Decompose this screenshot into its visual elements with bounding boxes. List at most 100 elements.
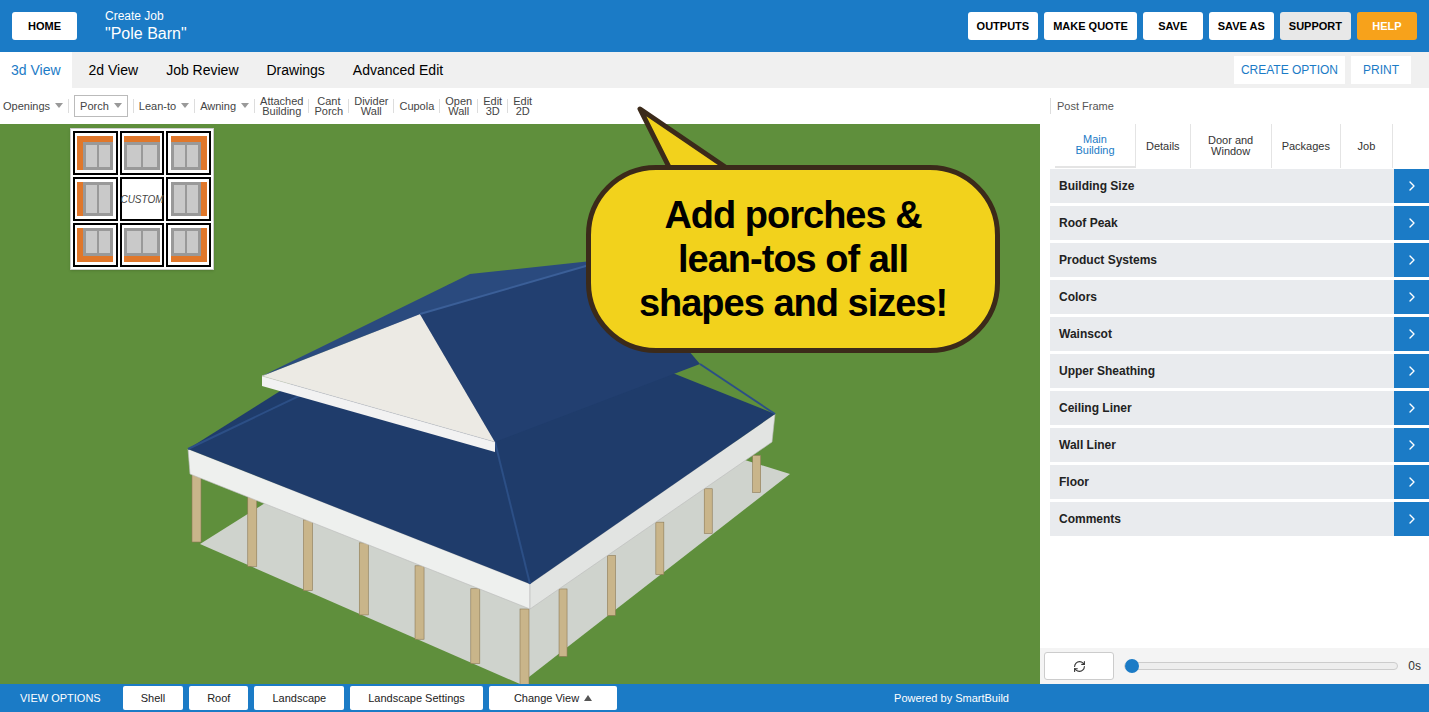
porch-option[interactable] [73,131,118,175]
toolbar-separator [477,99,478,113]
porch-option[interactable] [166,177,211,221]
porch-thumbnail-icon [77,228,113,262]
section-row[interactable]: Comments [1050,502,1429,536]
section-row[interactable]: Floor [1050,465,1429,499]
view-tab[interactable]: 3d View [0,52,72,88]
porch-thumbnail-icon [171,136,207,170]
toolbar-item[interactable]: Edit 3D [483,96,502,116]
section-row[interactable]: Roof Peak [1050,206,1429,240]
toolbar-separator [507,99,508,113]
section-row[interactable]: Colors [1050,280,1429,314]
header-button[interactable]: OUTPUTS [968,12,1039,41]
porch-thumbnail-icon [124,228,160,262]
toolbar-separator [439,99,440,113]
porch-option[interactable] [120,131,165,175]
toolbar-item[interactable]: Open Wall [445,96,472,116]
section-row[interactable]: Upper Sheathing [1050,354,1429,388]
time-slider[interactable] [1124,662,1398,670]
header-button[interactable]: HELP [1357,12,1417,41]
option-button[interactable]: CREATE OPTION [1234,56,1345,84]
porch-thumbnail-icon [171,228,207,262]
porch-option[interactable] [166,131,211,175]
toolbar-item[interactable]: Awning [200,101,249,111]
chevron-right-icon [1404,474,1420,490]
view-tab[interactable]: Job Review [155,52,249,88]
view-button[interactable]: Shell [123,686,183,711]
toolbar-item[interactable]: Edit 2D [513,96,532,116]
chevron-right-icon [1404,363,1420,379]
toolbar-separator [194,99,195,113]
porch-option[interactable] [120,223,165,267]
toolbar-item[interactable]: Porch [74,95,128,117]
section-row[interactable]: Product Systems [1050,243,1429,277]
toolbar-separator [308,99,309,113]
properties-panel: Main BuildingDetailsDoor and WindowPacka… [1040,124,1429,684]
section-row[interactable]: Ceiling Liner [1050,391,1429,425]
view-button[interactable]: Landscape [254,686,344,711]
chevron-right-icon [1404,215,1420,231]
panel-tab[interactable]: Main Building [1055,124,1136,168]
caret-down-icon [55,103,63,109]
view-tab[interactable]: Advanced Edit [342,52,454,88]
toolbar-item[interactable]: Cupola [399,101,434,111]
panel-tab[interactable]: Packages [1272,124,1341,168]
chevron-right-icon [1404,289,1420,305]
porch-option[interactable] [166,223,211,267]
toolbar-separator [348,99,349,113]
home-button[interactable]: HOME [12,12,77,41]
panel-tab[interactable]: Job [1341,124,1393,168]
view-button[interactable]: Roof [189,686,248,711]
toolbar-item[interactable]: Openings [3,101,63,111]
section-row[interactable]: Building Size [1050,169,1429,203]
toolbar: Openings Porch Lean-to Awning Attached Build… [0,88,1429,124]
toolbar-item[interactable]: Divider Wall [354,96,388,116]
header-button[interactable]: MAKE QUOTE [1044,12,1137,41]
section-list: Building SizeRoof PeakProduct SystemsCol… [1040,168,1429,536]
callout: Add porches & lean-tos of all shapes and… [586,165,1000,353]
toolbar-separator [393,99,394,113]
job-subtitle: Create Job [105,9,187,24]
refresh-button[interactable] [1044,652,1114,680]
view-tab[interactable]: 2d View [78,52,150,88]
chevron-right-icon [1404,511,1420,527]
porch-option[interactable] [73,177,118,221]
porch-menu: CUSTOM [70,128,214,270]
porch-option[interactable] [73,223,118,267]
toolbar-separator [254,99,255,113]
view-tab[interactable]: Drawings [256,52,336,88]
chevron-right-icon [1404,178,1420,194]
panel-tab[interactable]: Door and Window [1191,124,1272,168]
view-tab-bar: 3d View2d ViewJob ReviewDrawingsAdvanced… [0,52,1429,88]
slider-thumb[interactable] [1125,659,1139,673]
refresh-icon [1073,660,1086,673]
toolbar-item[interactable]: Lean-to [139,101,189,111]
caret-up-icon [584,695,592,701]
toolbar-separator [68,99,69,113]
toolbar-item[interactable]: Attached Building [260,96,303,116]
porch-thumbnail-icon [77,182,113,216]
header-button[interactable]: SAVE [1143,12,1203,41]
section-row[interactable]: Wall Liner [1050,428,1429,462]
view-button[interactable]: Landscape Settings [350,686,483,711]
app: HOME Create Job"Pole Barn" OUTPUTSMAKE QUO… [0,0,1429,712]
chevron-right-icon [1404,437,1420,453]
change-view-button[interactable]: Change View [489,686,617,711]
panel-tab-bar: Main BuildingDetailsDoor and WindowPacka… [1040,124,1429,168]
toolbar-item[interactable]: Cant Porch [314,96,343,116]
panel-tab[interactable]: Details [1136,124,1191,168]
chevron-right-icon [1404,326,1420,342]
chevron-right-icon [1404,252,1420,268]
caret-down-icon [241,103,249,109]
porch-thumbnail-icon [77,136,113,170]
section-row[interactable]: Wainscot [1050,317,1429,351]
credit-label: Powered by SmartBuild [894,690,1009,707]
header-button[interactable]: SUPPORT [1280,12,1351,41]
job-name: "Pole Barn" [105,24,187,44]
chevron-right-icon [1404,400,1420,416]
porch-option[interactable]: CUSTOM [120,177,165,221]
header-actions: OUTPUTSMAKE QUOTESAVESAVE ASSUPPORTHELP [968,12,1417,41]
context-label: Post Frame [1050,98,1114,115]
option-button[interactable]: PRINT [1351,56,1411,84]
header-button[interactable]: SAVE AS [1209,12,1274,41]
bottom-bar: VIEW OPTIONSShellRoofLandscapeLandscape … [0,684,1429,712]
